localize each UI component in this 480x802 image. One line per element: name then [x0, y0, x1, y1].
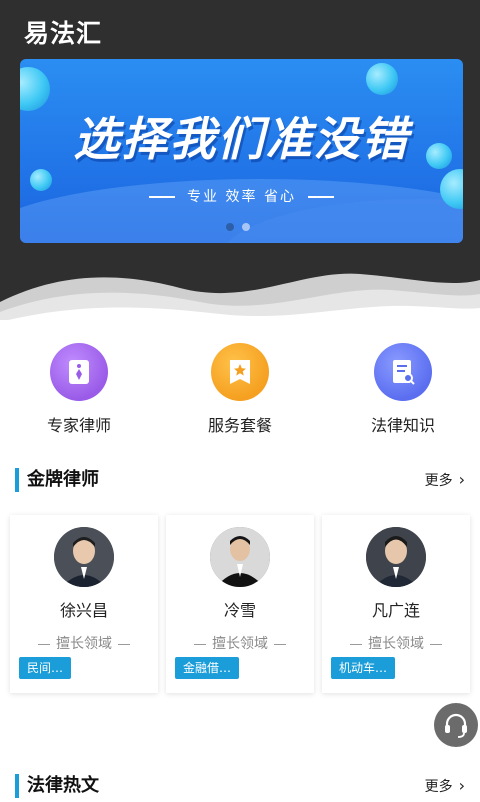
app-title: 易法汇 — [24, 19, 103, 48]
header-wave-divider — [0, 273, 480, 320]
headset-icon — [445, 713, 467, 738]
more-link[interactable]: 更多 › — [425, 470, 465, 491]
banner-headline: 选择我们准没错 — [73, 112, 410, 166]
chevron-right-icon: › — [458, 470, 465, 489]
section-accent-bar — [15, 774, 19, 798]
lawyer-name: 冷雪 — [223, 601, 256, 620]
section-accent-bar — [15, 468, 19, 492]
header: 易法汇 选择我们准没错 专业 效率 省心 — [0, 0, 480, 320]
document-search-icon — [374, 343, 432, 401]
category-legal-knowledge[interactable]: 法律知识 — [338, 340, 468, 436]
specialty-caption: 擅长领域 — [322, 633, 470, 653]
specialty-caption: 擅长领域 — [10, 633, 158, 653]
promo-banner[interactable]: 选择我们准没错 专业 效率 省心 — [20, 59, 463, 243]
support-button[interactable] — [434, 703, 478, 747]
section-title: 法律热文 — [27, 775, 99, 796]
carousel-dot[interactable] — [226, 223, 234, 231]
gold-lawyers-header: 金牌律师 更多 › — [15, 466, 465, 496]
category-expert-lawyer[interactable]: 专家律师 — [14, 340, 144, 436]
category-service-package[interactable]: 服务套餐 — [175, 340, 305, 436]
section-title: 金牌律师 — [27, 469, 99, 490]
category-label: 法律知识 — [370, 416, 435, 435]
lawyer-card[interactable]: 冷雪 擅长领域 金融借… — [166, 515, 314, 693]
lawyer-cards: 徐兴昌 擅长领域 民间… 冷雪 擅长领域 金融借… 凡广连 擅长领域 机动车… — [10, 515, 470, 693]
avatar — [366, 527, 426, 587]
chevron-right-icon: › — [458, 776, 465, 795]
package-star-icon — [211, 343, 269, 401]
category-shortcuts: 专家律师 服务套餐 法律知识 — [0, 340, 480, 440]
lawyer-card[interactable]: 凡广连 擅长领域 机动车… — [322, 515, 470, 693]
specialty-caption: 擅长领域 — [166, 633, 314, 653]
specialty-tag[interactable]: 民间… — [19, 657, 72, 679]
lawyer-card[interactable]: 徐兴昌 擅长领域 民间… — [10, 515, 158, 693]
lawyer-name: 凡广连 — [371, 601, 420, 620]
category-label: 服务套餐 — [207, 416, 272, 435]
banner-subtitle: 专业 效率 省心 — [20, 186, 463, 206]
specialty-tag[interactable]: 机动车… — [331, 657, 396, 679]
avatar — [210, 527, 270, 587]
specialty-tag[interactable]: 金融借… — [175, 657, 240, 679]
avatar — [54, 527, 114, 587]
legal-articles-header: 法律热文 更多 › — [15, 772, 465, 802]
carousel-dot[interactable] — [242, 223, 250, 231]
category-label: 专家律师 — [46, 416, 111, 435]
lawyer-name: 徐兴昌 — [59, 601, 108, 620]
carousel-indicator — [226, 223, 250, 231]
banner-bubble — [366, 63, 398, 95]
lawyer-tie-icon — [50, 343, 108, 401]
more-link[interactable]: 更多 › — [425, 776, 465, 797]
